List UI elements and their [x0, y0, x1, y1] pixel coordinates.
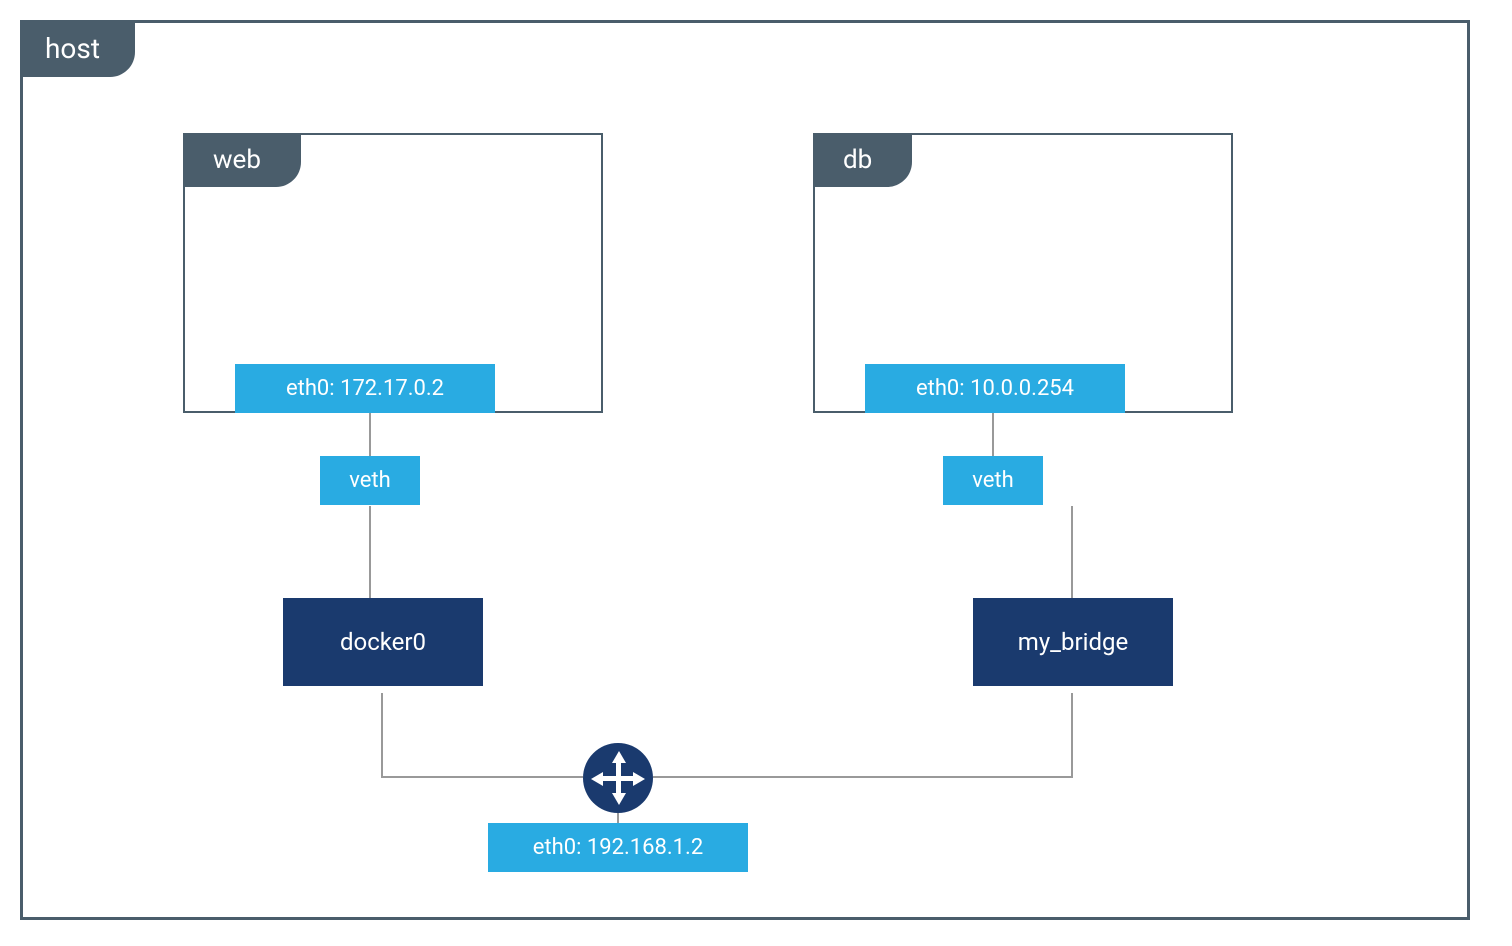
host-container: host web eth0: 172.17.0.2 db eth0: 10.0.…	[20, 20, 1470, 920]
container-db: db eth0: 10.0.0.254	[813, 133, 1233, 413]
host-tab-label: host	[20, 20, 135, 77]
bridge-mybridge: my_bridge	[973, 598, 1173, 686]
router-arrows-icon	[593, 753, 643, 803]
connector-line	[369, 506, 371, 598]
connector-line	[381, 693, 383, 778]
connector-line	[653, 776, 1073, 778]
container-db-label: db	[813, 133, 912, 187]
connector-line	[381, 776, 583, 778]
connector-line	[617, 813, 619, 823]
container-web: web eth0: 172.17.0.2	[183, 133, 603, 413]
veth-db: veth	[943, 456, 1043, 505]
container-web-label: web	[183, 133, 301, 187]
connector-line	[1071, 693, 1073, 778]
connector-line	[1071, 506, 1073, 598]
db-eth0: eth0: 10.0.0.254	[865, 364, 1125, 413]
bridge-docker0: docker0	[283, 598, 483, 686]
router-icon	[583, 743, 653, 813]
host-eth0: eth0: 192.168.1.2	[488, 823, 748, 872]
connector-line	[369, 413, 371, 456]
veth-web: veth	[320, 456, 420, 505]
web-eth0: eth0: 172.17.0.2	[235, 364, 495, 413]
connector-line	[992, 413, 994, 456]
